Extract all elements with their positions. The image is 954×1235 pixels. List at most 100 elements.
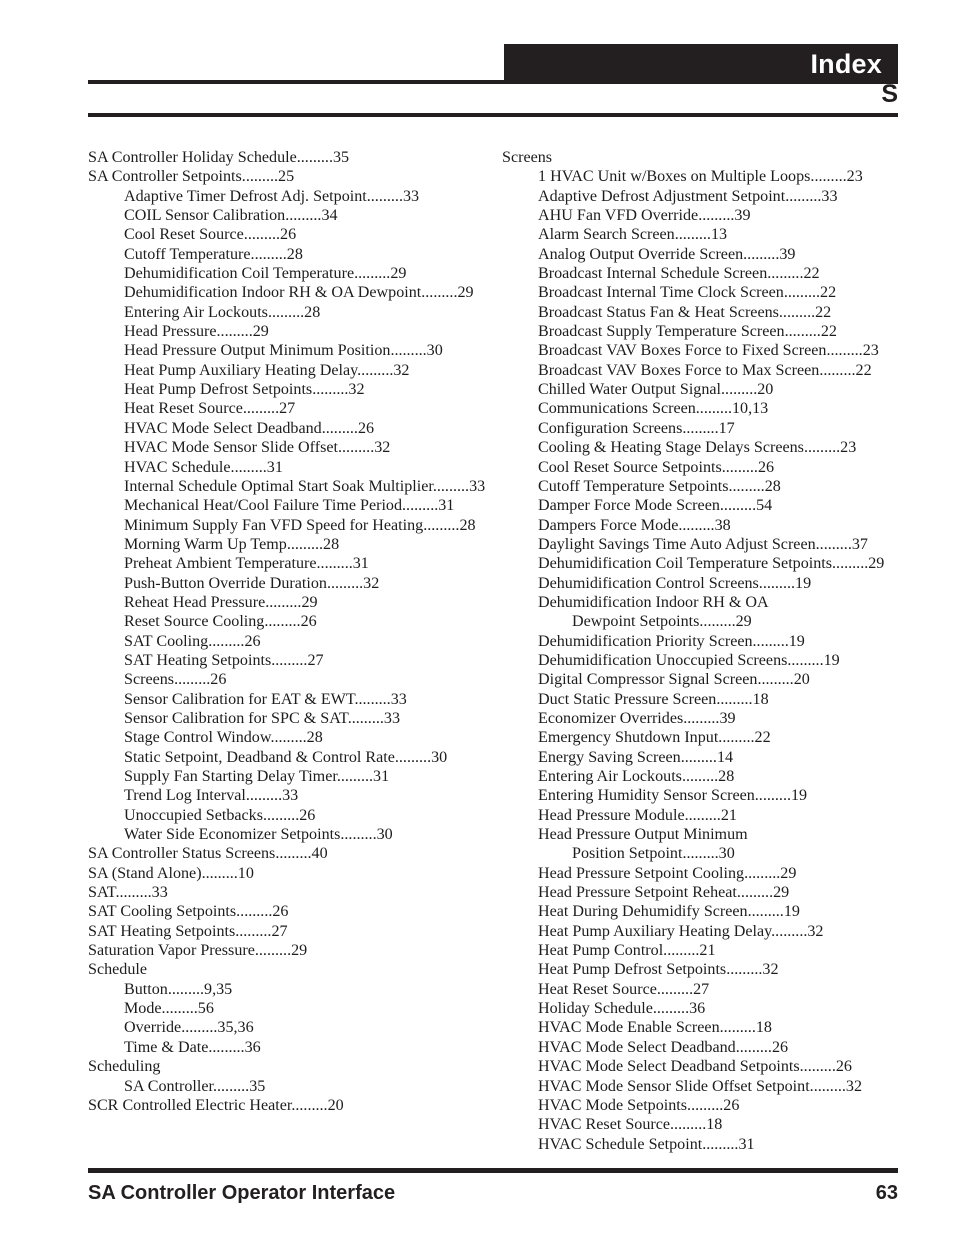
- index-entry[interactable]: HVAC Mode Setpoints.........26: [502, 1096, 912, 1115]
- index-entry[interactable]: Heat Reset Source.........27: [502, 980, 912, 999]
- index-entry[interactable]: HVAC Mode Enable Screen.........18: [502, 1018, 912, 1037]
- index-entry[interactable]: Broadcast Supply Temperature Screen.....…: [502, 322, 912, 341]
- index-entry[interactable]: Duct Static Pressure Screen.........18: [502, 690, 912, 709]
- index-entry[interactable]: HVAC Mode Sensor Slide Offset Setpoint..…: [502, 1077, 912, 1096]
- index-entry[interactable]: Internal Schedule Optimal Start Soak Mul…: [88, 477, 488, 496]
- index-entry[interactable]: Schedule: [88, 960, 488, 979]
- index-entry[interactable]: Head Pressure Module.........21: [502, 806, 912, 825]
- index-entry[interactable]: Dehumidification Unoccupied Screens.....…: [502, 651, 912, 670]
- index-entry[interactable]: SAT Heating Setpoints.........27: [88, 922, 488, 941]
- index-entry[interactable]: Head Pressure Setpoint Cooling.........2…: [502, 864, 912, 883]
- index-entry[interactable]: Cool Reset Source Setpoints.........26: [502, 458, 912, 477]
- index-entry[interactable]: Entering Air Lockouts.........28: [88, 303, 488, 322]
- index-entry[interactable]: Broadcast VAV Boxes Force to Fixed Scree…: [502, 341, 912, 360]
- index-entry[interactable]: Energy Saving Screen.........14: [502, 748, 912, 767]
- index-entry[interactable]: Dehumidification Priority Screen........…: [502, 632, 912, 651]
- index-entry[interactable]: Head Pressure Output Minimum Position...…: [88, 341, 488, 360]
- index-entry[interactable]: HVAC Mode Select Deadband.........26: [502, 1038, 912, 1057]
- index-entry[interactable]: Emergency Shutdown Input.........22: [502, 728, 912, 747]
- index-entry[interactable]: Sensor Calibration for EAT & EWT........…: [88, 690, 488, 709]
- index-entry[interactable]: Daylight Savings Time Auto Adjust Screen…: [502, 535, 912, 554]
- index-entry[interactable]: Adaptive Timer Defrost Adj. Setpoint....…: [88, 187, 488, 206]
- index-entry[interactable]: Heat Pump Auxiliary Heating Delay.......…: [502, 922, 912, 941]
- index-entry[interactable]: Static Setpoint, Deadband & Control Rate…: [88, 748, 488, 767]
- index-entry[interactable]: HVAC Schedule.........31: [88, 458, 488, 477]
- index-entry[interactable]: Screens.........26: [88, 670, 488, 689]
- index-entry[interactable]: HVAC Mode Sensor Slide Offset.........32: [88, 438, 488, 457]
- index-entry[interactable]: Head Pressure Setpoint Reheat.........29: [502, 883, 912, 902]
- index-entry[interactable]: Heat Pump Defrost Setpoints.........32: [88, 380, 488, 399]
- index-entry[interactable]: Broadcast Status Fan & Heat Screens.....…: [502, 303, 912, 322]
- index-entry[interactable]: Supply Fan Starting Delay Timer.........…: [88, 767, 488, 786]
- index-entry[interactable]: Damper Force Mode Screen.........54: [502, 496, 912, 515]
- index-entry[interactable]: SCR Controlled Electric Heater.........2…: [88, 1096, 488, 1115]
- index-entry[interactable]: Cutoff Temperature.........28: [88, 245, 488, 264]
- index-entry[interactable]: Digital Compressor Signal Screen........…: [502, 670, 912, 689]
- index-entry[interactable]: HVAC Mode Select Deadband Setpoints.....…: [502, 1057, 912, 1076]
- index-entry[interactable]: Sensor Calibration for SPC & SAT........…: [88, 709, 488, 728]
- index-entry[interactable]: Trend Log Interval.........33: [88, 786, 488, 805]
- index-entry[interactable]: Override.........35,36: [88, 1018, 488, 1037]
- index-entry[interactable]: Cooling & Heating Stage Delays Screens..…: [502, 438, 912, 457]
- index-entry[interactable]: SA Controller Holiday Schedule.........3…: [88, 148, 488, 167]
- index-entry[interactable]: 1 HVAC Unit w/Boxes on Multiple Loops...…: [502, 167, 912, 186]
- index-entry[interactable]: Saturation Vapor Pressure.........29: [88, 941, 488, 960]
- index-entry[interactable]: Cutoff Temperature Setpoints.........28: [502, 477, 912, 496]
- index-entry[interactable]: Economizer Overrides.........39: [502, 709, 912, 728]
- index-entry[interactable]: HVAC Reset Source.........18: [502, 1115, 912, 1134]
- index-entry[interactable]: SAT Heating Setpoints.........27: [88, 651, 488, 670]
- index-entry[interactable]: Heat Reset Source.........27: [88, 399, 488, 418]
- index-entry[interactable]: Heat Pump Auxiliary Heating Delay.......…: [88, 361, 488, 380]
- index-entry[interactable]: Heat During Dehumidify Screen.........19: [502, 902, 912, 921]
- index-entry[interactable]: Head Pressure Output Minimum: [502, 825, 912, 844]
- index-entry[interactable]: SAT Cooling Setpoints.........26: [88, 902, 488, 921]
- index-entry[interactable]: Head Pressure.........29: [88, 322, 488, 341]
- index-entry[interactable]: Time & Date.........36: [88, 1038, 488, 1057]
- index-entry[interactable]: Heat Pump Control.........21: [502, 941, 912, 960]
- index-entry[interactable]: Broadcast Internal Schedule Screen......…: [502, 264, 912, 283]
- index-entry[interactable]: SAT.........33: [88, 883, 488, 902]
- index-entry[interactable]: SA Controller.........35: [88, 1077, 488, 1096]
- index-entry[interactable]: SA Controller Setpoints.........25: [88, 167, 488, 186]
- index-entry[interactable]: Alarm Search Screen.........13: [502, 225, 912, 244]
- index-entry[interactable]: Scheduling: [88, 1057, 488, 1076]
- index-entry[interactable]: Preheat Ambient Temperature.........31: [88, 554, 488, 573]
- index-entry[interactable]: SA Controller Status Screens.........40: [88, 844, 488, 863]
- index-entry[interactable]: Dewpoint Setpoints.........29: [502, 612, 912, 631]
- index-entry[interactable]: Morning Warm Up Temp.........28: [88, 535, 488, 554]
- index-entry[interactable]: Reheat Head Pressure.........29: [88, 593, 488, 612]
- index-entry[interactable]: Button.........9,35: [88, 980, 488, 999]
- index-entry[interactable]: Position Setpoint.........30: [502, 844, 912, 863]
- index-entry[interactable]: Dehumidification Indoor RH & OA Dewpoint…: [88, 283, 488, 302]
- index-entry[interactable]: Entering Air Lockouts.........28: [502, 767, 912, 786]
- index-entry[interactable]: Dehumidification Coil Temperature.......…: [88, 264, 488, 283]
- index-entry[interactable]: Dehumidification Coil Temperature Setpoi…: [502, 554, 912, 573]
- index-entry[interactable]: Entering Humidity Sensor Screen.........…: [502, 786, 912, 805]
- index-entry[interactable]: Heat Pump Defrost Setpoints.........32: [502, 960, 912, 979]
- index-entry[interactable]: Configuration Screens.........17: [502, 419, 912, 438]
- index-entry[interactable]: Cool Reset Source.........26: [88, 225, 488, 244]
- index-entry[interactable]: AHU Fan VFD Override.........39: [502, 206, 912, 225]
- index-entry[interactable]: Dehumidification Control Screens........…: [502, 574, 912, 593]
- index-entry[interactable]: Screens: [502, 148, 912, 167]
- index-entry[interactable]: Broadcast VAV Boxes Force to Max Screen.…: [502, 361, 912, 380]
- index-entry[interactable]: Adaptive Defrost Adjustment Setpoint....…: [502, 187, 912, 206]
- index-entry[interactable]: Analog Output Override Screen.........39: [502, 245, 912, 264]
- index-entry[interactable]: Holiday Schedule.........36: [502, 999, 912, 1018]
- index-entry[interactable]: Mechanical Heat/Cool Failure Time Period…: [88, 496, 488, 515]
- index-entry[interactable]: Dampers Force Mode.........38: [502, 516, 912, 535]
- index-entry[interactable]: Chilled Water Output Signal.........20: [502, 380, 912, 399]
- index-entry[interactable]: Mode.........56: [88, 999, 488, 1018]
- index-entry[interactable]: Water Side Economizer Setpoints.........…: [88, 825, 488, 844]
- index-entry[interactable]: Minimum Supply Fan VFD Speed for Heating…: [88, 516, 488, 535]
- index-entry[interactable]: Reset Source Cooling.........26: [88, 612, 488, 631]
- index-entry[interactable]: Broadcast Internal Time Clock Screen....…: [502, 283, 912, 302]
- index-entry[interactable]: Push-Button Override Duration.........32: [88, 574, 488, 593]
- index-entry[interactable]: SAT Cooling.........26: [88, 632, 488, 651]
- index-entry[interactable]: SA (Stand Alone).........10: [88, 864, 488, 883]
- index-entry[interactable]: COIL Sensor Calibration.........34: [88, 206, 488, 225]
- index-entry[interactable]: Unoccupied Setbacks.........26: [88, 806, 488, 825]
- index-entry[interactable]: Dehumidification Indoor RH & OA: [502, 593, 912, 612]
- index-entry[interactable]: Stage Control Window.........28: [88, 728, 488, 747]
- index-entry[interactable]: HVAC Schedule Setpoint.........31: [502, 1135, 912, 1154]
